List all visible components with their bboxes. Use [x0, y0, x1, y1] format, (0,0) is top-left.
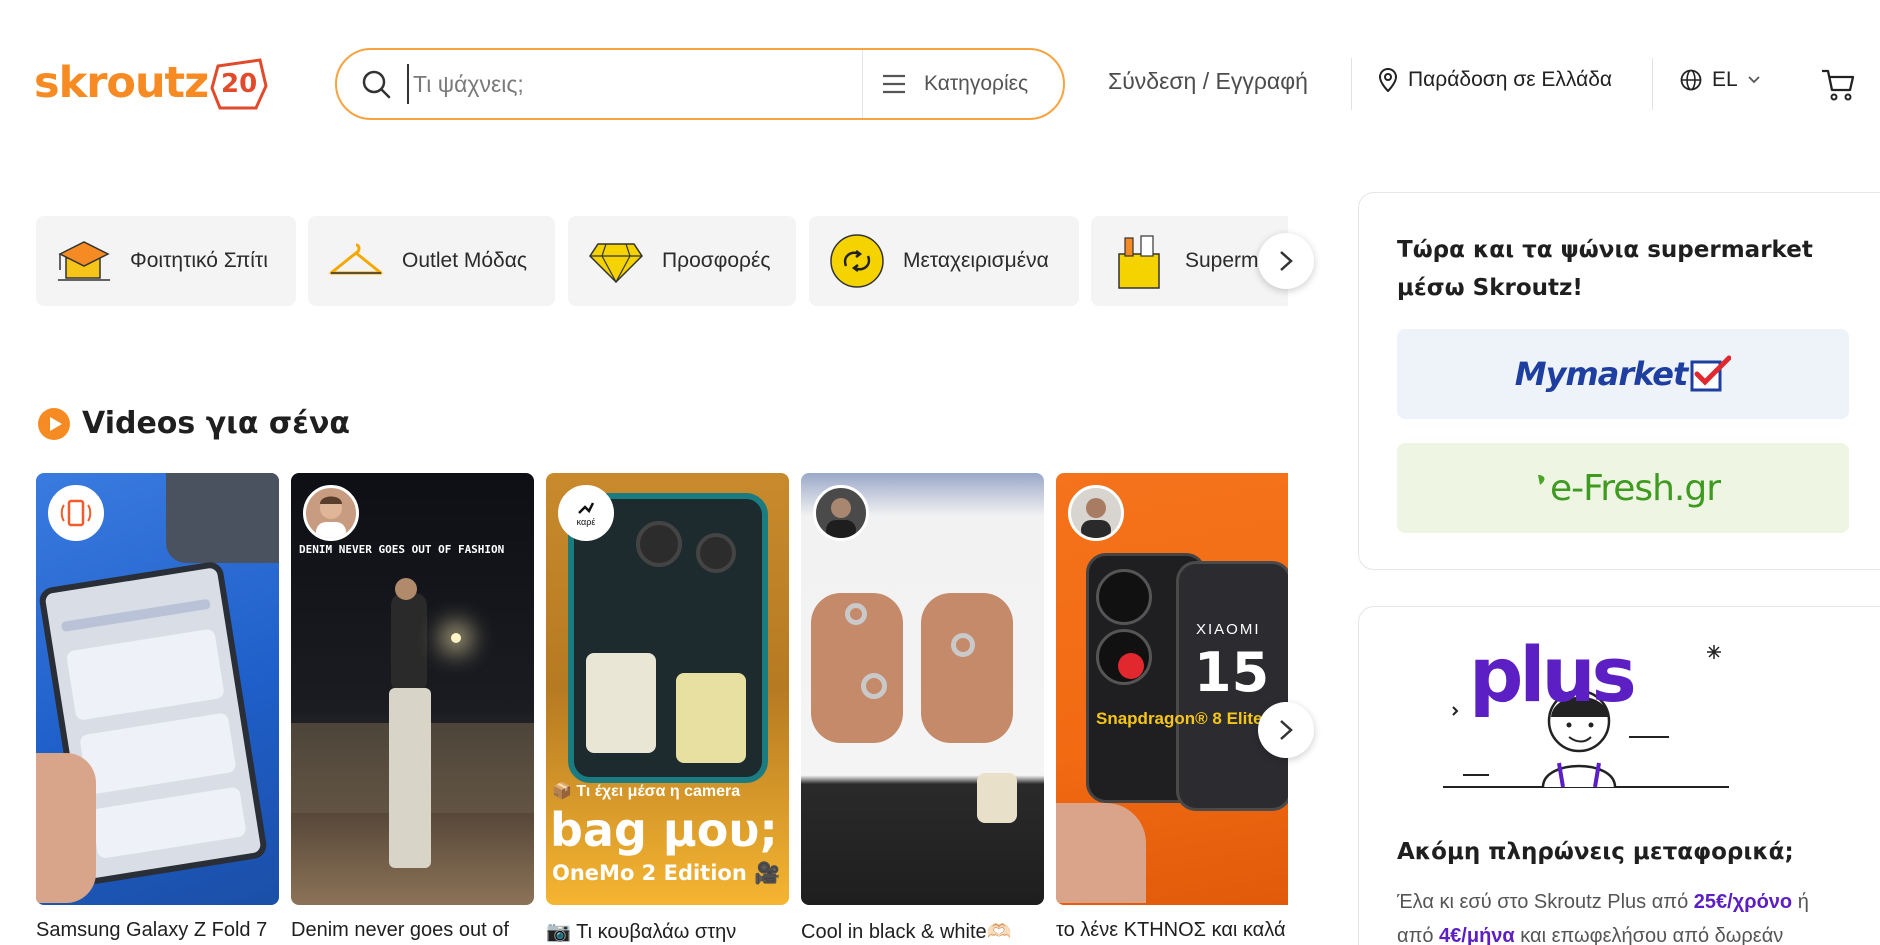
chevron-right-icon [1280, 251, 1293, 271]
header: skroutz 20 Κατηγορίες Σύνδεση / Εγγραφή … [0, 0, 1880, 170]
video-thumbnail [36, 473, 279, 905]
recycle-icon [825, 229, 889, 293]
categories-button[interactable]: Κατηγορίες [882, 50, 1028, 118]
chip-label: Φοιτητικό Σπίτι [130, 249, 268, 272]
chip-label: Outlet Μόδας [402, 249, 527, 272]
video-overlay-big: bag μου; [550, 803, 778, 857]
apple-leaf-icon [1537, 475, 1545, 485]
search-icon[interactable] [359, 67, 393, 101]
chevron-down-icon [1748, 76, 1760, 84]
video-overlay-sub: OneMo 2 Edition 🎥 [552, 861, 781, 885]
graduation-cap-icon [52, 229, 116, 293]
plus-text-3: και επωφελήσου από δωρεάν [1514, 925, 1784, 945]
chevron-right-icon [1280, 720, 1293, 740]
chips-next-button[interactable] [1258, 233, 1314, 289]
video-thumbnail [801, 473, 1044, 905]
video-caption: το λένε ΚΤΗΝΟΣ και καλά [1056, 919, 1286, 941]
video-overlay-model: 15 [1194, 641, 1270, 704]
video-card[interactable]: Samsung Galaxy Z Fold 7 [36, 473, 279, 945]
video-caption: Denim never goes out of [291, 919, 509, 941]
grocery-bag-icon [1107, 229, 1171, 293]
plus-panel-title: Ακόμη πληρώνεις μεταφορικά; [1397, 839, 1794, 865]
globe-icon [1680, 69, 1702, 91]
search-divider [862, 50, 863, 118]
videos-next-button[interactable] [1258, 702, 1314, 758]
delivery-location-button[interactable]: Παράδοση σε Ελλάδα [1378, 68, 1612, 92]
checkmark-box-icon [1690, 355, 1732, 392]
diamond-icon [584, 229, 648, 293]
supermarket-panel-title: Τώρα και τα ψώνια supermarket μέσω Skrou… [1397, 237, 1813, 301]
video-card[interactable]: Cool in black & white🫶🏻 [801, 473, 1044, 945]
header-divider [1652, 58, 1653, 110]
chip-used-items[interactable]: Μεταχειρισμένα [809, 216, 1079, 306]
efresh-button[interactable]: e-Fresh.gr [1397, 443, 1849, 533]
location-pin-icon [1378, 68, 1398, 92]
mymarket-logo: Mymarket [1514, 355, 1689, 393]
chip-label: Μεταχειρισμένα [903, 249, 1049, 272]
chip-label: Προσφορές [662, 249, 771, 272]
anniversary-badge: 20 [210, 52, 268, 114]
avatar-text: καρέ [576, 517, 596, 527]
video-overlay-brand: XIAOMI [1196, 621, 1261, 638]
plus-text-1: Έλα κι εσύ στο Skroutz Plus από [1397, 891, 1694, 913]
search-bar[interactable]: Κατηγορίες [335, 48, 1065, 120]
categories-label: Κατηγορίες [924, 72, 1029, 95]
plus-panel-text: Έλα κι εσύ στο Skroutz Plus από 25€/χρόν… [1397, 885, 1837, 945]
creator-avatar: καρέ [558, 485, 614, 541]
header-divider [1351, 58, 1352, 110]
chip-student-home[interactable]: Φοιτητικό Σπίτι [36, 216, 296, 306]
chip-fashion-outlet[interactable]: Outlet Μόδας [308, 216, 555, 306]
logo-badge-text: 20 [221, 69, 258, 99]
mymarket-button[interactable]: Mymarket [1397, 329, 1849, 419]
video-overlay-small: 📦 Τι έχει μέσα η camera [552, 783, 741, 800]
supermarket-panel: Τώρα και τα ψώνια supermarket μέσω Skrou… [1358, 192, 1880, 570]
plus-logo: plus [1469, 630, 1637, 719]
video-thumbnail: 📦 Τι έχει μέσα η camera bag μου; OneMo 2… [546, 473, 789, 905]
videos-carousel: Samsung Galaxy Z Fold 7 DENIM NEVER GOES… [36, 473, 1288, 945]
videos-title: Videos για σένα [82, 406, 350, 441]
video-card[interactable]: 📦 Τι έχει μέσα η camera bag μου; OneMo 2… [546, 473, 789, 945]
video-caption: Cool in black & white🫶🏻 [801, 921, 1012, 943]
creator-avatar [303, 485, 359, 541]
cart-button[interactable] [1820, 66, 1856, 102]
creator-avatar [813, 485, 869, 541]
kare-logo-icon [578, 502, 595, 514]
video-thumbnail: DENIM NEVER GOES OUT OF FASHION [291, 473, 534, 905]
language-selector[interactable]: EL [1680, 68, 1760, 92]
cart-icon [1822, 69, 1855, 101]
plus-price-year[interactable]: 25€/χρόνο [1694, 891, 1792, 913]
phone-vibrate-icon [60, 499, 92, 527]
video-card[interactable]: XIAOMI 15 Snapdragon® 8 Elite το λένε ΚΤ… [1056, 473, 1288, 945]
menu-icon [883, 74, 905, 94]
efresh-logo: e-Fresh.gr [1549, 467, 1721, 509]
video-overlay-text: DENIM NEVER GOES OUT OF FASHION [299, 543, 505, 556]
creator-avatar [48, 485, 104, 541]
search-input[interactable] [407, 64, 807, 104]
play-icon [38, 407, 70, 440]
login-register-link[interactable]: Σύνδεση / Εγγραφή [1108, 68, 1308, 95]
video-thumbnail: XIAOMI 15 Snapdragon® 8 Elite [1056, 473, 1288, 905]
creator-avatar [1068, 485, 1124, 541]
plus-price-month[interactable]: 4€/μήνα [1439, 925, 1515, 945]
plus-illustration: plus [1439, 637, 1739, 807]
video-caption: Samsung Galaxy Z Fold 7 [36, 919, 268, 941]
video-card[interactable]: DENIM NEVER GOES OUT OF FASHION Denim ne… [291, 473, 534, 945]
logo-text: skroutz [34, 58, 209, 108]
skroutz-plus-panel: plus Ακόμη πληρώνεις μεταφορικά; Έλα κι … [1358, 606, 1880, 945]
video-caption: 📷 Τι κουβαλάω στην [546, 921, 737, 943]
skroutz-logo[interactable]: skroutz 20 [34, 48, 268, 118]
videos-section-title: Videos για σένα [38, 406, 350, 441]
category-chips: Φοιτητικό Σπίτι Outlet Μόδας Προσφορές Μ… [36, 216, 1288, 306]
chip-offers[interactable]: Προσφορές [568, 216, 796, 306]
delivery-label: Παράδοση σε Ελλάδα [1408, 68, 1613, 91]
hanger-icon [324, 229, 388, 293]
video-overlay-chip: Snapdragon® 8 Elite [1096, 709, 1263, 728]
language-label: EL [1712, 68, 1738, 91]
